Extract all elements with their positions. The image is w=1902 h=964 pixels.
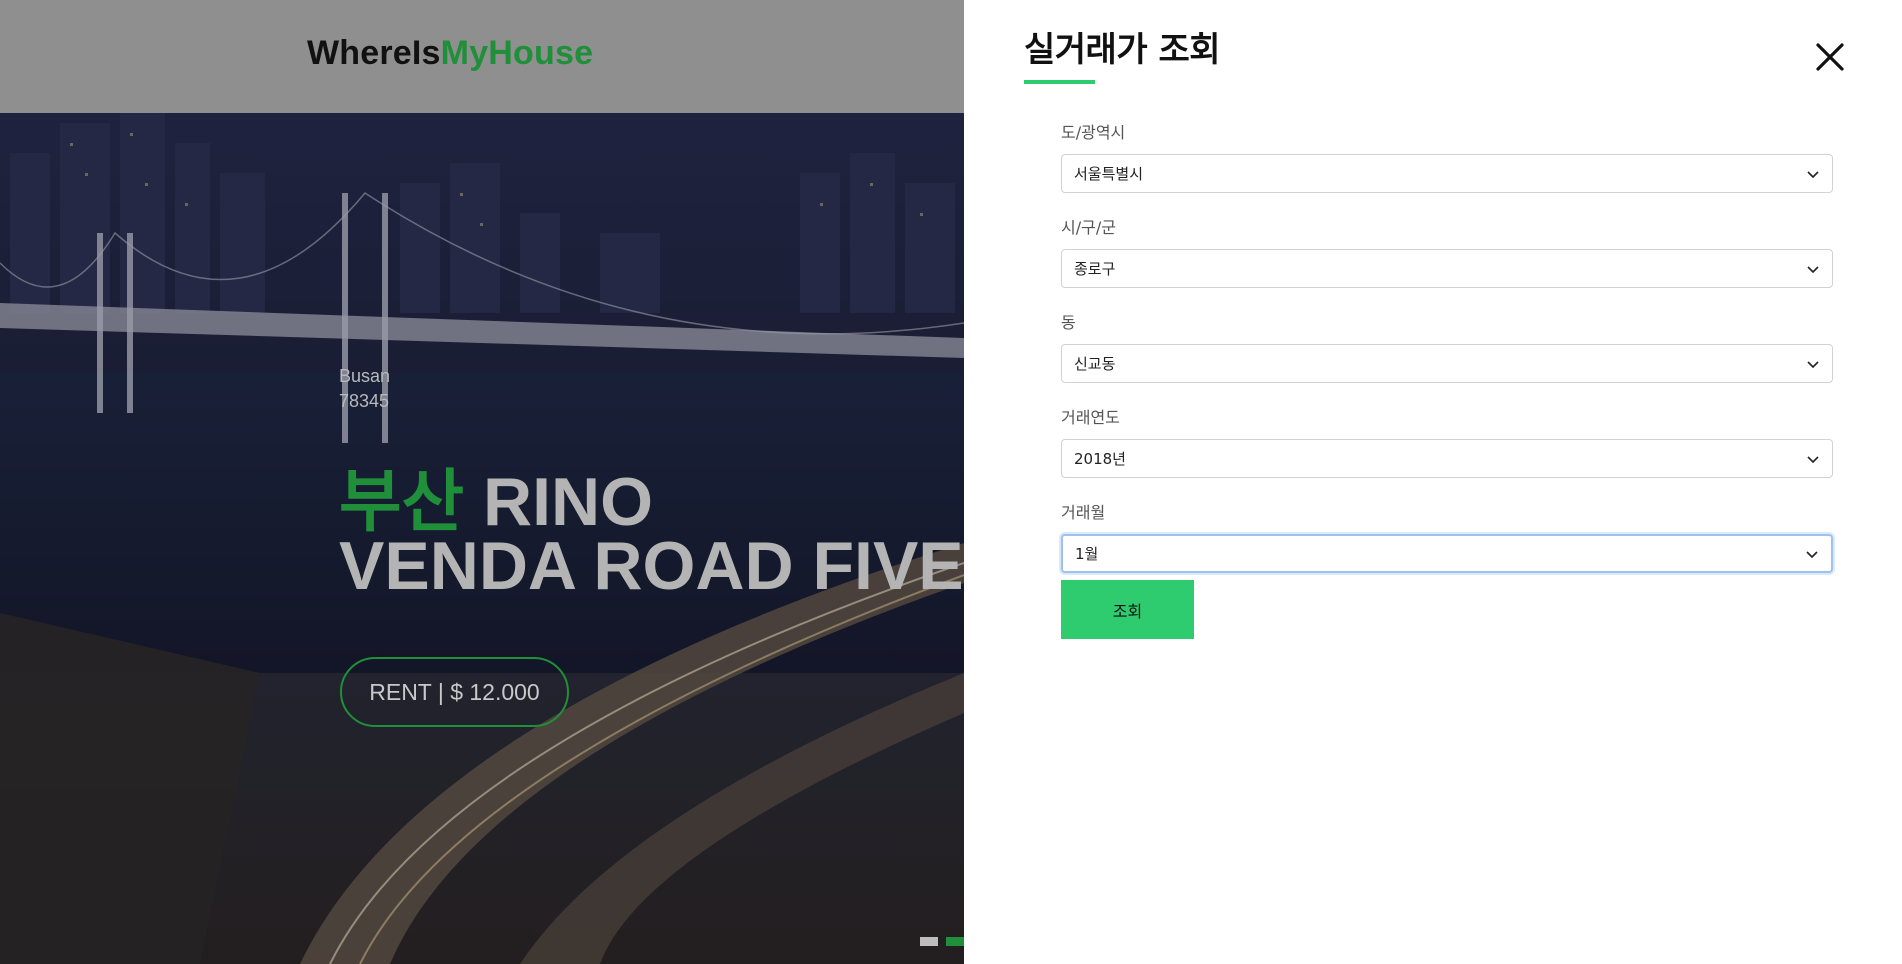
title-underline — [1024, 80, 1095, 84]
field-year: 거래연도 2018년 — [1061, 404, 1833, 478]
province-select-value: 서울특별시 — [1074, 165, 1144, 183]
year-select-value: 2018년 — [1074, 450, 1126, 468]
field-district: 시/구/군 종로구 — [1061, 214, 1833, 288]
search-button[interactable]: 조회 — [1061, 580, 1194, 639]
chevron-down-icon — [1805, 547, 1819, 561]
logo-part-2: MyHouse — [440, 34, 594, 72]
location-city: Busan — [339, 366, 391, 386]
hero-section: WhereIsMyHouse Busan 78345 부산 RINO VENDA… — [0, 0, 964, 964]
site-header: WhereIsMyHouse — [0, 0, 964, 113]
year-select[interactable]: 2018년 — [1061, 439, 1833, 478]
slider-dots — [920, 937, 964, 946]
district-label: 시/구/군 — [1061, 218, 1116, 237]
rent-button[interactable]: RENT | $ 12.000 — [340, 657, 569, 727]
chevron-down-icon — [1806, 262, 1820, 276]
field-province: 도/광역시 서울특별시 — [1061, 119, 1833, 193]
search-drawer: 실거래가 조회 도/광역시 서울특별시 시/구/군 종로구 동 신교동 거래연도… — [964, 0, 1902, 964]
year-label: 거래연도 — [1061, 408, 1120, 427]
location-zip: 78345 — [339, 391, 390, 411]
logo-part-1: WhereIs — [307, 34, 441, 72]
province-label: 도/광역시 — [1061, 123, 1126, 142]
dong-select[interactable]: 신교동 — [1061, 344, 1833, 383]
chevron-down-icon — [1806, 167, 1820, 181]
slider-dot-active[interactable] — [946, 937, 964, 946]
month-select-value: 1월 — [1075, 545, 1099, 563]
field-month: 거래월 1월 — [1061, 499, 1833, 573]
province-select[interactable]: 서울특별시 — [1061, 154, 1833, 193]
site-logo[interactable]: WhereIsMyHouse — [307, 34, 593, 73]
close-button[interactable] — [1813, 40, 1847, 74]
chevron-down-icon — [1806, 357, 1820, 371]
dong-label: 동 — [1061, 313, 1076, 332]
slider-dot[interactable] — [920, 937, 938, 946]
close-icon — [1816, 43, 1844, 71]
district-select[interactable]: 종로구 — [1061, 249, 1833, 288]
field-dong: 동 신교동 — [1061, 309, 1833, 383]
dong-select-value: 신교동 — [1074, 355, 1116, 373]
hero-title-line-2: VENDA ROAD FIVE — [339, 528, 964, 604]
month-select[interactable]: 1월 — [1061, 534, 1833, 573]
chevron-down-icon — [1806, 452, 1820, 466]
district-select-value: 종로구 — [1074, 260, 1116, 278]
month-label: 거래월 — [1061, 503, 1106, 522]
drawer-title: 실거래가 조회 — [1024, 30, 1221, 70]
